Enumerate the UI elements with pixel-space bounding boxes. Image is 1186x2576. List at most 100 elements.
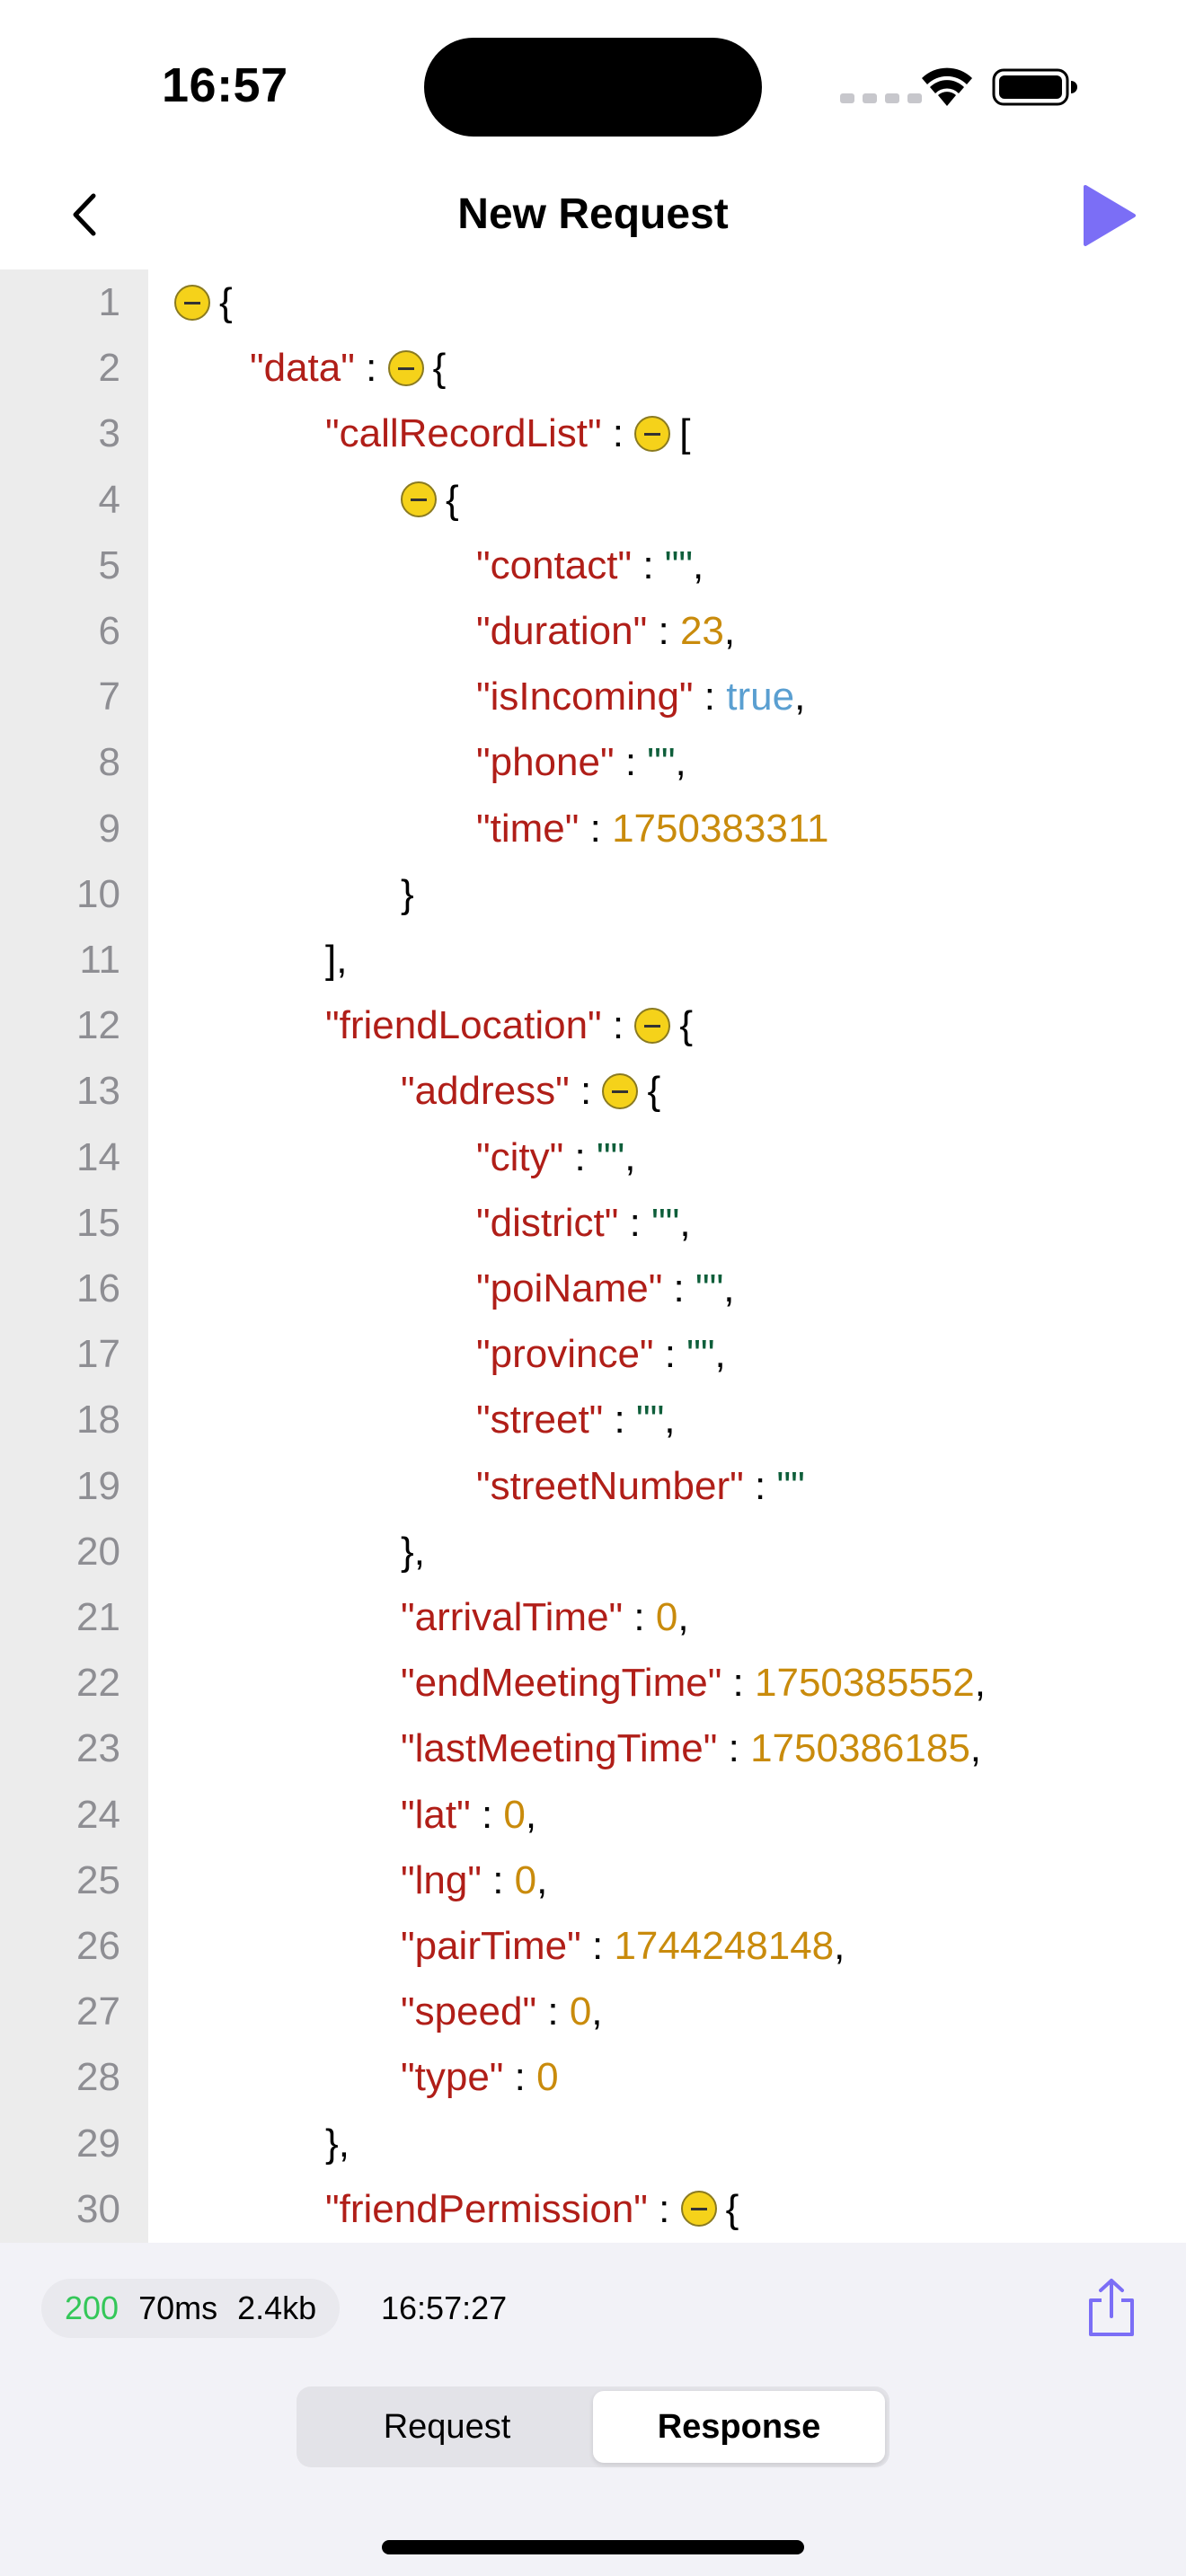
code-text: "streetNumber" : "" (476, 1453, 805, 1519)
share-icon[interactable] (1084, 2277, 1139, 2338)
response-size: 2.4kb (237, 2289, 317, 2326)
json-key: "friendPermission" (325, 2186, 648, 2231)
json-number: 0 (569, 1989, 592, 2034)
json-punctuation: } (401, 871, 414, 916)
code-text: } (401, 861, 414, 927)
code-line: 20}, (0, 1519, 1186, 1584)
line-number: 27 (76, 1989, 120, 2034)
code-text: "phone" : "", (476, 729, 686, 795)
line-number: 16 (76, 1266, 120, 1310)
json-response-viewer[interactable]: 1{2 "data" : {3 "callRecordList" : [4{5 "co… (0, 269, 1186, 2243)
json-key: "isIncoming" (476, 675, 694, 719)
code-text: "data" : { (250, 335, 446, 401)
json-key: "pairTime" (401, 1924, 581, 1968)
code-text: ], (325, 927, 347, 992)
json-punctuation: { (679, 1003, 694, 1048)
json-punctuation: : (354, 346, 388, 391)
json-punctuation: { (219, 280, 233, 324)
code-line: 12 "friendLocation" : { (0, 992, 1186, 1058)
json-punctuation: : (632, 543, 665, 587)
json-key: "contact" (476, 543, 633, 587)
json-punctuation: : (580, 1924, 615, 1968)
json-string: "" (664, 543, 694, 587)
cellular-signal-icon (840, 93, 922, 103)
json-key: "address" (401, 1069, 570, 1114)
line-number: 5 (98, 543, 120, 587)
code-text: "city" : "", (476, 1125, 635, 1190)
code-text: "time" : 1750383311 (476, 796, 829, 861)
line-number: 6 (98, 609, 120, 653)
code-text: { (401, 467, 459, 533)
tab-response[interactable]: Response (593, 2391, 885, 2463)
line-number: 2 (98, 346, 120, 391)
json-number: 0 (514, 1857, 537, 1902)
line-number: 7 (98, 675, 120, 719)
json-key: "friendLocation" (325, 1003, 602, 1048)
code-line: 18 "street" : "", (0, 1387, 1186, 1452)
collapse-toggle-icon[interactable] (401, 481, 437, 518)
json-punctuation: : (647, 609, 680, 653)
code-text: "district" : "", (476, 1190, 691, 1256)
line-number: 14 (76, 1134, 120, 1179)
code-text: "contact" : "", (476, 533, 704, 598)
collapse-toggle-icon[interactable] (634, 415, 671, 452)
json-string: "" (647, 740, 676, 785)
line-number: 11 (79, 938, 120, 982)
code-text: "isIncoming" : true, (476, 664, 805, 729)
json-key: "lastMeetingTime" (401, 1726, 718, 1771)
response-status-chip: 200 70ms 2.4kb (41, 2279, 341, 2338)
json-key: "type" (401, 2055, 504, 2100)
code-text: "type" : 0 (401, 2044, 559, 2110)
play-icon[interactable] (1078, 181, 1141, 250)
json-punctuation: , (624, 1134, 636, 1179)
code-line: 16 "poiName" : "", (0, 1256, 1186, 1321)
code-line: 10} (0, 861, 1186, 927)
json-punctuation: { (647, 1069, 661, 1114)
json-punctuation: , (591, 1989, 603, 2034)
line-number: 13 (76, 1069, 120, 1114)
line-number: 9 (98, 806, 120, 851)
code-line: 30 "friendPermission" : { (0, 2176, 1186, 2242)
json-punctuation: , (525, 1792, 537, 1837)
json-punctuation: , (834, 1924, 845, 1968)
code-text: "friendPermission" : { (325, 2176, 739, 2242)
json-punctuation: , (675, 740, 686, 785)
json-punctuation: , (723, 609, 736, 653)
page-title: New Request (457, 190, 729, 238)
code-line: 14 "city" : "", (0, 1125, 1186, 1190)
line-number: 1 (98, 280, 120, 324)
line-number: 3 (98, 411, 120, 456)
collapse-toggle-icon[interactable] (602, 1072, 639, 1109)
json-punctuation: : (470, 1792, 504, 1837)
code-text: "lng" : 0, (401, 1848, 547, 1913)
line-number: 19 (76, 1463, 120, 1508)
collapse-toggle-icon[interactable] (680, 2191, 717, 2228)
json-punctuation: { (446, 477, 459, 522)
code-text: "lastMeetingTime" : 1750386185, (401, 1716, 981, 1781)
dynamic-island (424, 38, 762, 137)
home-indicator (382, 2540, 804, 2554)
code-line: 29}, (0, 2111, 1186, 2176)
json-punctuation: { (432, 346, 447, 391)
json-key: "callRecordList" (325, 411, 602, 456)
json-punctuation: , (794, 675, 806, 719)
line-number: 15 (76, 1200, 120, 1245)
json-punctuation: , (677, 1595, 689, 1639)
collapse-toggle-icon[interactable] (634, 1007, 671, 1044)
code-line: 19 "streetNumber" : "" (0, 1453, 1186, 1519)
json-punctuation: : (662, 1266, 696, 1310)
json-punctuation: : (603, 1398, 636, 1442)
code-text: "street" : "", (476, 1387, 675, 1452)
collapse-toggle-icon[interactable] (174, 284, 210, 321)
status-code: 200 (65, 2289, 119, 2326)
json-key: "phone" (476, 740, 615, 785)
json-punctuation: : (536, 1989, 570, 2034)
json-number: 1750383311 (612, 806, 829, 851)
tab-request[interactable]: Request (301, 2391, 593, 2463)
json-punctuation: : (481, 1857, 515, 1902)
code-text: }, (325, 2111, 350, 2176)
json-punctuation: : (614, 740, 648, 785)
collapse-toggle-icon[interactable] (387, 349, 424, 386)
code-line: 1{ (0, 269, 1186, 335)
code-line: 22 "endMeetingTime" : 1750385552, (0, 1650, 1186, 1716)
